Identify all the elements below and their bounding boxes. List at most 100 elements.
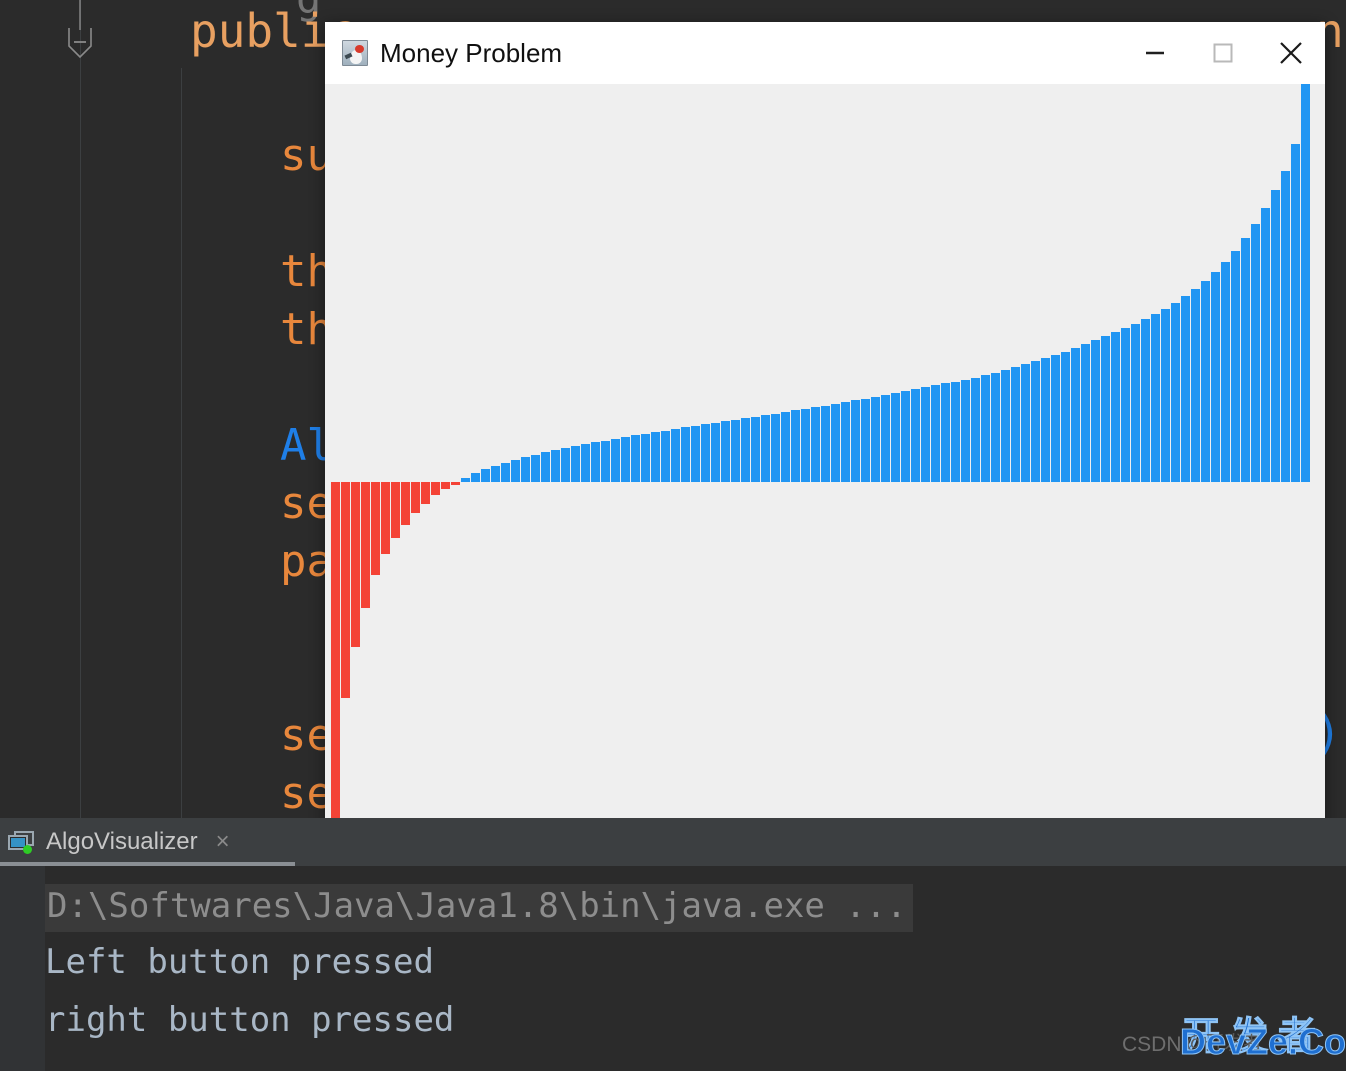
chart-bar bbox=[611, 439, 620, 482]
close-button[interactable] bbox=[1257, 22, 1325, 84]
chart-bar bbox=[801, 409, 810, 482]
money-problem-window[interactable]: Money Problem bbox=[325, 22, 1325, 882]
chart-bar bbox=[951, 381, 960, 482]
chart-bar bbox=[511, 460, 520, 482]
chart-bar bbox=[821, 406, 830, 482]
chart-bar bbox=[851, 400, 860, 482]
chart-bar bbox=[1061, 351, 1070, 482]
chart-bar bbox=[991, 372, 1000, 482]
chart-bar bbox=[351, 482, 360, 648]
chart-bar bbox=[1161, 308, 1170, 482]
chart-bar bbox=[1011, 366, 1020, 482]
chart-bar bbox=[571, 446, 580, 482]
chart-bar bbox=[931, 385, 940, 482]
chart-bar bbox=[1051, 354, 1060, 482]
watermark-csdn: CSDN bbox=[1122, 1033, 1182, 1056]
chart-bar bbox=[711, 423, 720, 482]
chart-bar bbox=[871, 397, 880, 482]
chart-bar bbox=[701, 424, 710, 482]
java-duke-icon bbox=[342, 40, 368, 66]
chart-bar bbox=[841, 402, 850, 482]
chart-panel[interactable] bbox=[325, 84, 1325, 882]
chart-bar bbox=[471, 473, 480, 482]
chart-bar bbox=[861, 399, 870, 482]
chart-bar bbox=[1141, 318, 1150, 482]
chart-bar bbox=[731, 420, 740, 482]
chart-bar bbox=[1221, 262, 1230, 482]
chart-bar bbox=[691, 426, 700, 482]
chart-bar bbox=[1111, 331, 1120, 482]
chart-bar bbox=[1181, 295, 1190, 482]
chart-bar bbox=[911, 389, 920, 482]
editor-gutter-divider bbox=[80, 0, 81, 818]
chart-bar bbox=[681, 427, 690, 482]
chart-bar bbox=[761, 415, 770, 482]
chart-bar bbox=[1131, 323, 1140, 482]
chart-bar bbox=[621, 437, 630, 482]
chart-bar bbox=[981, 374, 990, 482]
maximize-button[interactable] bbox=[1189, 22, 1257, 84]
chart-bar bbox=[341, 482, 350, 698]
chart-bar bbox=[921, 387, 930, 482]
run-tab-algovisualizer[interactable]: AlgoVisualizer × bbox=[0, 818, 230, 866]
run-tool-window: AlgoVisualizer × D:\Softwares\Java\Java1… bbox=[0, 818, 1346, 1071]
chart-bar bbox=[741, 418, 750, 482]
code-fold-line bbox=[68, 0, 92, 30]
chart-bar bbox=[591, 442, 600, 482]
chart-bar bbox=[1071, 347, 1080, 482]
chart-bar bbox=[1251, 224, 1260, 482]
chart-bar bbox=[1081, 343, 1090, 482]
minimize-button[interactable] bbox=[1121, 22, 1189, 84]
chart-bar bbox=[581, 444, 590, 482]
chart-bar bbox=[881, 395, 890, 482]
chart-bar bbox=[1261, 208, 1270, 482]
window-title-bar[interactable]: Money Problem bbox=[325, 22, 1325, 84]
console-line: right button pressed bbox=[45, 1000, 455, 1040]
chart-bar bbox=[371, 482, 380, 576]
chart-bar bbox=[791, 410, 800, 482]
chart-bar bbox=[531, 455, 540, 482]
chart-bar bbox=[721, 421, 730, 482]
close-icon[interactable]: × bbox=[216, 828, 230, 856]
chart-bar bbox=[561, 448, 570, 482]
chart-bar bbox=[1231, 251, 1240, 482]
chart-bar bbox=[1031, 360, 1040, 482]
chart-bar bbox=[811, 407, 820, 482]
run-tab-bar: AlgoVisualizer × bbox=[0, 818, 1346, 867]
chart-bar bbox=[1211, 272, 1220, 482]
watermark-english: DevZe.CoM bbox=[1179, 1021, 1346, 1063]
console-gutter bbox=[0, 866, 45, 1071]
chart-bar bbox=[501, 463, 510, 482]
running-indicator-dot bbox=[23, 845, 32, 854]
chart-bar bbox=[1121, 327, 1130, 482]
chart-bar bbox=[551, 450, 560, 482]
chart-bar bbox=[901, 391, 910, 482]
chart-bar bbox=[771, 414, 780, 482]
code-fold-marker[interactable] bbox=[68, 28, 92, 60]
chart-bar bbox=[391, 482, 400, 538]
chart-bar bbox=[451, 482, 460, 485]
chart-bar bbox=[1271, 190, 1280, 482]
chart-bar bbox=[891, 393, 900, 482]
chart-bar bbox=[1291, 143, 1300, 482]
chart-bar bbox=[971, 377, 980, 482]
chart-bar bbox=[461, 478, 470, 482]
chart-bar bbox=[431, 482, 440, 495]
chart-bar bbox=[421, 482, 430, 504]
chart-bar bbox=[331, 482, 340, 834]
chart-bar bbox=[401, 482, 410, 526]
chart-bar bbox=[1041, 357, 1050, 482]
chart-bar bbox=[1241, 238, 1250, 482]
chart-bar bbox=[961, 379, 970, 482]
chart-bar bbox=[831, 404, 840, 482]
chart-bar bbox=[1001, 369, 1010, 482]
bar-chart bbox=[325, 84, 1325, 882]
console-line: Left button pressed bbox=[45, 942, 434, 982]
chart-bar bbox=[1301, 84, 1310, 482]
run-configuration-icon bbox=[8, 830, 36, 854]
chart-bar bbox=[641, 434, 650, 482]
chart-bar bbox=[491, 466, 500, 482]
chart-bar bbox=[651, 432, 660, 482]
chart-bar bbox=[1171, 302, 1180, 482]
screen-root: g public su th th Al se pa se se nt ) Mo… bbox=[0, 0, 1346, 1071]
